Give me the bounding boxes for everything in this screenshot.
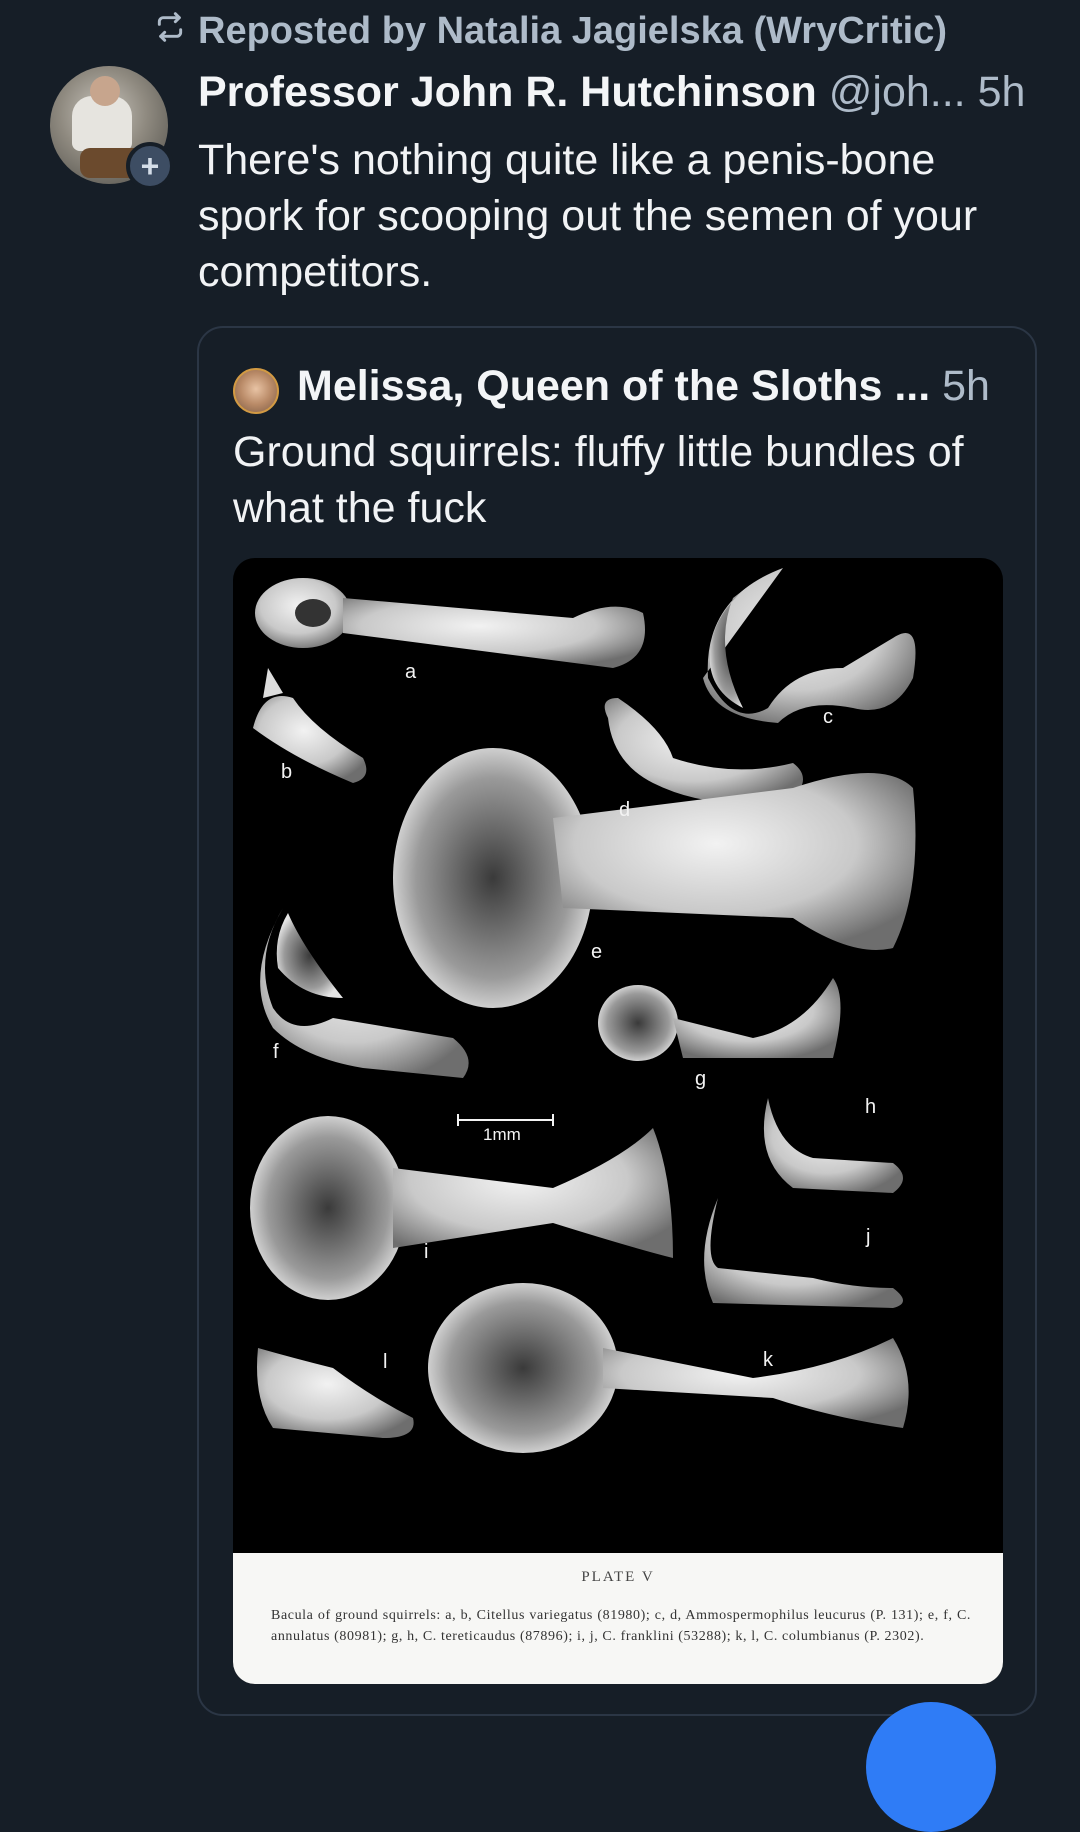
specimen-label-c: c	[823, 706, 833, 728]
specimen-i	[250, 1116, 673, 1300]
post-text: There's nothing quite like a penis-bone …	[198, 136, 978, 296]
specimen-label-e: e	[591, 941, 602, 963]
specimen-label-k: k	[763, 1349, 774, 1371]
compose-fab-button[interactable]	[866, 1702, 996, 1832]
quote-image[interactable]: a b c d e f g h i j k l 1mm PLATE V Bacu…	[233, 558, 1003, 1684]
plate-title: PLATE V	[581, 1569, 655, 1585]
post-header: Professor John R. Hutchinson @joh... 5h	[198, 68, 1025, 117]
specimen-label-i: i	[424, 1241, 428, 1263]
specimen-k	[428, 1283, 909, 1453]
quote-author-name[interactable]: Melissa, Queen of the Sloths ...	[297, 362, 930, 410]
quote-header: Melissa, Queen of the Sloths ... 5h	[297, 362, 990, 411]
specimen-l	[257, 1348, 414, 1438]
specimen-label-d: d	[619, 799, 630, 821]
repost-icon	[154, 10, 186, 53]
author-name[interactable]: Professor John R. Hutchinson	[198, 68, 817, 116]
quote-post-card[interactable]: Melissa, Queen of the Sloths ... 5h Grou…	[197, 326, 1037, 1716]
quote-time: 5h	[942, 362, 990, 410]
specimen-c	[703, 568, 916, 723]
specimen-h	[763, 1098, 903, 1193]
specimen-label-f: f	[273, 1041, 279, 1063]
author-handle[interactable]: @joh...	[829, 68, 966, 116]
author-avatar-container[interactable]: +	[50, 66, 174, 190]
plate-caption-area: PLATE V Bacula of ground squirrels: a, b…	[233, 1553, 1003, 1684]
specimen-label-h: h	[865, 1096, 876, 1118]
scale-bar-label: 1mm	[483, 1125, 521, 1144]
quote-author-avatar[interactable]	[233, 368, 279, 414]
specimen-label-g: g	[695, 1068, 706, 1090]
post-time: 5h	[977, 68, 1026, 116]
specimen-a	[255, 578, 645, 668]
specimen-label-a: a	[405, 661, 417, 683]
specimen-label-b: b	[281, 761, 292, 783]
specimen-e	[393, 748, 916, 1008]
repost-text: Reposted by Natalia Jagielska (WryCritic…	[198, 10, 947, 52]
bacula-plate-illustration: a b c d e f g h i j k l 1mm	[250, 568, 916, 1453]
scale-bar: 1mm	[457, 1114, 554, 1144]
specimen-b	[253, 668, 367, 783]
specimen-label-j: j	[865, 1226, 870, 1248]
plate-caption: Bacula of ground squirrels: a, b, Citell…	[271, 1608, 971, 1644]
repost-indicator[interactable]: Reposted by Natalia Jagielska (WryCritic…	[154, 10, 947, 53]
specimen-g	[598, 978, 841, 1061]
specimen-j	[704, 1198, 903, 1308]
quote-text: Ground squirrels: fluffy little bundles …	[233, 428, 964, 532]
follow-plus-icon[interactable]: +	[126, 142, 174, 190]
specimen-label-l: l	[383, 1351, 387, 1373]
